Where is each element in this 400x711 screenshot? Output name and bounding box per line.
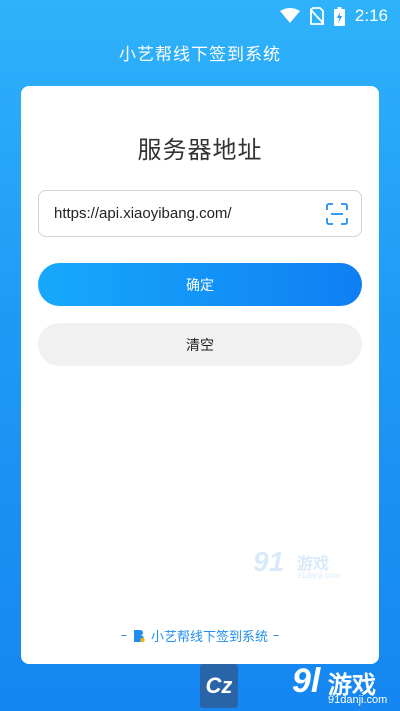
- watermark-badge: Cz: [200, 664, 238, 708]
- footer-brand: – 小艺帮线下签到系统 –: [21, 626, 379, 645]
- watermark-big-url: 91danji.com: [328, 694, 388, 706]
- footer-dash-left: –: [120, 628, 127, 643]
- clear-button[interactable]: 清空: [38, 323, 362, 366]
- no-sim-icon: [309, 7, 324, 25]
- brand-logo-icon: [132, 629, 146, 643]
- status-time: 2:16: [354, 6, 388, 25]
- scan-icon[interactable]: [325, 202, 349, 226]
- app-title: 小艺帮线下签到系统: [119, 45, 281, 65]
- watermark-big-number: 9l: [292, 662, 321, 700]
- watermark-small-number: 91: [253, 546, 285, 577]
- watermark-small-url: 91danji.com: [297, 571, 341, 580]
- confirm-button[interactable]: 确定: [38, 263, 362, 306]
- server-config-card: 服务器地址 确定 清空 91 游戏 91danji.com – 小艺帮线下签到系…: [21, 86, 379, 664]
- watermark-small: 91 游戏 91danji.com: [253, 546, 353, 584]
- page-title: 服务器地址: [137, 136, 263, 164]
- server-url-input[interactable]: [54, 205, 325, 222]
- server-url-field[interactable]: [38, 190, 362, 237]
- footer-dash-right: –: [273, 628, 280, 643]
- status-bar: 2:16: [0, 0, 400, 32]
- wifi-icon: [279, 8, 300, 24]
- watermark-bottom: Cz 9l 游戏 91danji.com: [200, 660, 400, 711]
- footer-brand-text: 小艺帮线下签到系统: [150, 630, 268, 645]
- battery-charging-icon: [333, 6, 345, 26]
